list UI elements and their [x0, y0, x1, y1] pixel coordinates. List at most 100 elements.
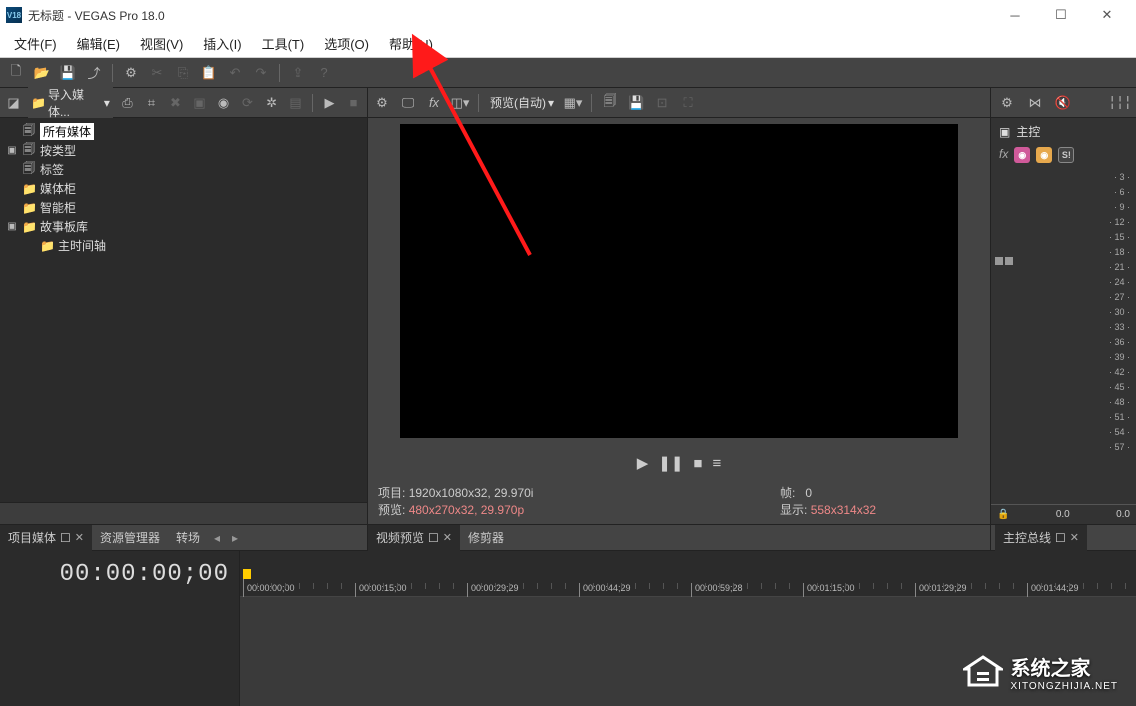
menu-file[interactable]: 文件(F) — [4, 31, 67, 56]
copy-snapshot-icon[interactable]: 🗐 — [600, 93, 620, 113]
frame-value: 0 — [805, 486, 812, 500]
preview-toolbar: ⚙ 🖵 fx ◫▾ 预览(自动)▾ ▦▾ 🗐 💾 ⊡ ⛶ — [368, 88, 990, 118]
pause-button[interactable]: ❚❚ — [658, 454, 683, 472]
timeline-ruler[interactable]: 00:00:00;0000:00:15;0000:00:29;2900:00:4… — [240, 551, 1136, 597]
preview-format-value: 480x270x32, 29.970p — [409, 503, 524, 517]
preview-quality-dropdown[interactable]: 预览(自动)▾ — [487, 94, 557, 111]
undo-icon[interactable]: ↶ — [225, 63, 245, 83]
tree-tags[interactable]: 🗐标签 — [0, 160, 367, 179]
project-media-panel: ◪ 📁 导入媒体... ▾ ⎙ ⌗ ✖ ▣ ◉ ⟳ ✲ ▤ ▶ ■ 🗐所有媒体 … — [0, 88, 368, 550]
display-label: 显示: — [780, 503, 807, 517]
upload-icon[interactable]: ⇪ — [288, 63, 308, 83]
what-icon[interactable]: ? — [314, 63, 334, 83]
tree-media-bins[interactable]: 📁媒体柜 — [0, 179, 367, 198]
menu-button[interactable]: ≡ — [712, 455, 721, 472]
stop-button[interactable]: ■ — [693, 455, 702, 472]
faders-icon[interactable]: ╎╎╎ — [1110, 93, 1130, 113]
paste-icon[interactable]: 📋 — [199, 63, 219, 83]
cut-icon[interactable]: ✂ — [147, 63, 167, 83]
maximize-button[interactable]: ☐ — [1038, 0, 1084, 30]
menu-options[interactable]: 选项(O) — [314, 31, 379, 56]
master-footer: 🔒 0.0 0.0 — [991, 504, 1136, 524]
new-icon[interactable]: 🗋 — [6, 63, 26, 83]
external-monitor-icon[interactable]: 🖵 — [398, 93, 418, 113]
tab-video-preview[interactable]: 视频预览☐✕ — [368, 525, 460, 551]
play-button[interactable]: ▶ — [637, 454, 649, 472]
display-value: 558x314x32 — [811, 503, 876, 517]
views-icon[interactable]: ▤ — [286, 93, 305, 113]
meter-right-value: 0.0 — [1116, 509, 1130, 520]
tree-by-type[interactable]: ▣🗐按类型 — [0, 141, 367, 160]
get-media-icon[interactable]: ⌗ — [142, 93, 161, 113]
remove-icon[interactable]: ✖ — [166, 93, 185, 113]
import-media-button[interactable]: 📁 导入媒体... ▾ — [28, 84, 113, 122]
menu-tools[interactable]: 工具(T) — [252, 31, 315, 56]
media-settings-icon[interactable]: ✲ — [262, 93, 281, 113]
master-title: 主控 — [1016, 123, 1040, 140]
close-icon[interactable]: ✕ — [75, 531, 84, 544]
folder-icon: 📁 — [31, 96, 46, 110]
render-icon[interactable]: ⤴ — [84, 63, 104, 83]
tab-project-media[interactable]: 项目媒体☐✕ — [0, 525, 92, 551]
tab-master-bus[interactable]: 主控总线☐✕ — [995, 525, 1087, 551]
tree-all-media[interactable]: 🗐所有媒体 — [0, 122, 367, 141]
app-logo-icon: V18 — [6, 7, 22, 23]
fx-chip-1[interactable]: ◉ — [1014, 147, 1030, 163]
menu-insert[interactable]: 插入(I) — [193, 31, 251, 56]
loop-region-icon[interactable] — [243, 569, 251, 579]
properties-icon[interactable]: ⚙ — [121, 63, 141, 83]
redo-icon[interactable]: ↷ — [251, 63, 271, 83]
play-icon[interactable]: ▶ — [320, 93, 339, 113]
media-status-bar — [0, 502, 367, 524]
fx-chip-s[interactable]: S! — [1058, 147, 1074, 163]
stop-icon[interactable]: ■ — [344, 93, 363, 113]
tree-smart-bins[interactable]: 📁智能柜 — [0, 198, 367, 217]
track-header-area: 00:00:00;00 — [0, 551, 240, 706]
save-snapshot-icon[interactable]: 💾 — [626, 93, 646, 113]
menu-help[interactable]: 帮助(H) — [379, 31, 443, 56]
downmix-icon[interactable]: ⋈ — [1025, 93, 1045, 113]
tab-transitions[interactable]: 转场 — [168, 525, 208, 551]
mixer-settings-icon[interactable]: ⚙ — [997, 93, 1017, 113]
watermark: 系统之家 XITONGZHIJIA.NET — [963, 652, 1119, 692]
lock-icon[interactable]: 🔒 — [997, 509, 1009, 520]
tab-explorer[interactable]: 资源管理器 — [92, 525, 168, 551]
dim-output-icon[interactable]: 🔇 — [1053, 93, 1073, 113]
fx-chip-2[interactable]: ◉ — [1036, 147, 1052, 163]
tree-storyboard-bins[interactable]: ▣📁故事板库 — [0, 217, 367, 236]
capture-icon[interactable]: ⎙ — [118, 93, 137, 113]
meter-left-value: 0.0 — [1056, 509, 1070, 520]
close-icon[interactable]: ✕ — [1070, 531, 1079, 544]
tab-trimmer[interactable]: 修剪器 — [460, 525, 512, 551]
copy-icon[interactable]: ⎘ — [173, 63, 193, 83]
project-format-value: 1920x1080x32, 29.970i — [409, 486, 534, 500]
menu-view[interactable]: 视图(V) — [130, 31, 193, 56]
filter-icon[interactable]: ◪ — [4, 93, 23, 113]
close-icon[interactable]: ✕ — [443, 531, 452, 544]
minimize-button[interactable]: ─ — [992, 0, 1038, 30]
media-tree: 🗐所有媒体 ▣🗐按类型 🗐标签 📁媒体柜 📁智能柜 ▣📁故事板库 📁主时间轴 — [0, 118, 367, 502]
project-format-label: 项目: — [378, 486, 405, 500]
fx-icon[interactable]: fx — [999, 147, 1008, 163]
video-fx-icon[interactable]: fx — [424, 93, 444, 113]
split-screen-icon[interactable]: ◫▾ — [450, 93, 470, 113]
tabs-overflow-left-icon[interactable]: ◂ — [208, 531, 226, 545]
preview-viewport — [368, 118, 990, 446]
media-properties-icon[interactable]: ▣ — [190, 93, 209, 113]
refresh-icon[interactable]: ⟳ — [238, 93, 257, 113]
media-fx-icon[interactable]: ◉ — [214, 93, 233, 113]
main-toolbar: 🗋 📂 💾 ⤴ ⚙ ✂ ⎘ 📋 ↶ ↷ ⇪ ? — [0, 58, 1136, 88]
tree-main-timeline[interactable]: 📁主时间轴 — [0, 236, 367, 255]
overlays-icon[interactable]: ▦▾ — [563, 93, 583, 113]
adjust-size-icon[interactable]: ⊡ — [652, 93, 672, 113]
project-media-toolbar: ◪ 📁 导入媒体... ▾ ⎙ ⌗ ✖ ▣ ◉ ⟳ ✲ ▤ ▶ ■ — [0, 88, 367, 118]
menu-edit[interactable]: 编辑(E) — [67, 31, 130, 56]
timecode-display[interactable]: 00:00:00;00 — [10, 561, 229, 588]
preview-properties-icon[interactable]: ⚙ — [372, 93, 392, 113]
scale-video-icon[interactable]: ⛶ — [678, 93, 698, 113]
save-icon[interactable]: 💾 — [58, 63, 78, 83]
close-button[interactable]: ✕ — [1084, 0, 1130, 30]
window-title: 无标题 - VEGAS Pro 18.0 — [28, 7, 992, 24]
open-icon[interactable]: 📂 — [32, 63, 52, 83]
tabs-overflow-right-icon[interactable]: ▸ — [226, 531, 244, 545]
